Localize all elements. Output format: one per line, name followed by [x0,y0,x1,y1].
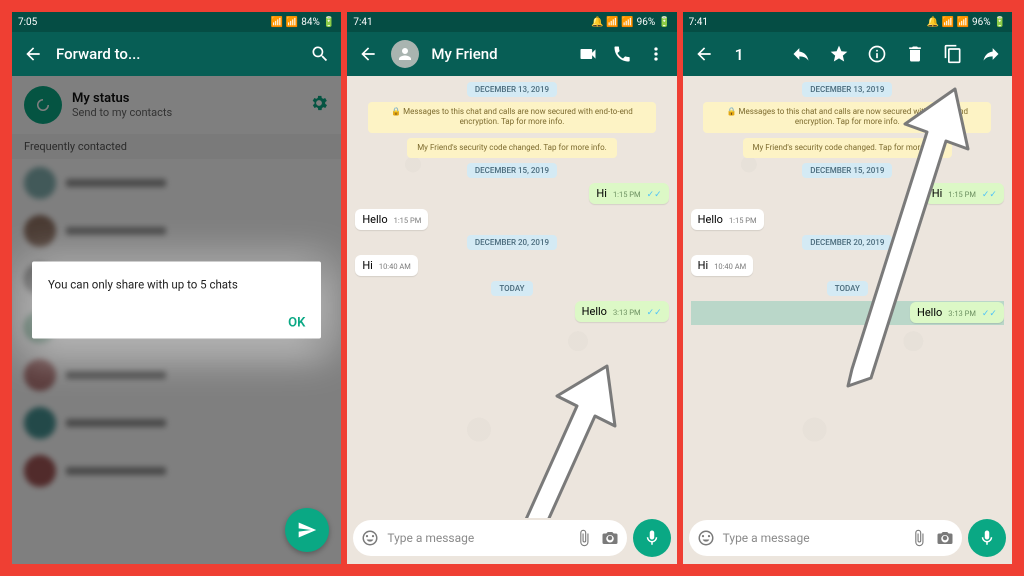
battery-icon: 🔋 [323,17,335,28]
status-icons: 🔔 📶 📶 [927,17,969,28]
delete-icon[interactable] [904,43,926,65]
forward-icon[interactable] [980,43,1002,65]
read-ticks-icon: ✓✓ [982,309,997,319]
message-text: Hi [932,187,943,200]
back-icon[interactable] [693,43,715,65]
app-bar: My Friend [347,32,676,76]
message-outgoing[interactable]: Hi 1:15 PM ✓✓ [925,183,1004,204]
message-text: Hi [596,187,607,200]
attach-icon[interactable] [910,529,928,547]
encryption-banner[interactable]: 🔒 Messages to this chat and calls are no… [703,102,991,133]
app-bar: Forward to... [12,32,341,76]
dialog-message: You can only share with up to 5 chats [48,278,305,292]
reply-icon[interactable] [790,43,812,65]
status-time: 7:41 [353,17,372,28]
alert-dialog: You can only share with up to 5 chats OK [32,262,321,339]
date-chip: DECEMBER 15, 2019 [802,163,892,178]
back-icon[interactable] [357,43,379,65]
selection-action-bar: 1 [683,32,1012,76]
battery-pct: 96% [637,17,656,28]
battery-pct: 84% [301,17,320,28]
message-outgoing[interactable]: Hi 1:15 PM ✓✓ [589,183,668,204]
battery-icon: 🔋 [994,17,1006,28]
message-outgoing[interactable]: Hello 3:13 PM ✓✓ [575,301,669,322]
message-text: Hello [698,213,723,226]
screen-chat: 7:41 🔔 📶 📶 96% 🔋 My Friend DECEMBER 13, … [347,12,676,564]
date-chip: DECEMBER 20, 2019 [802,235,892,250]
battery-icon: 🔋 [658,17,670,28]
input-placeholder: Type a message [723,531,902,545]
status-icons: 📶 📶 [271,17,298,28]
status-bar: 7:05 📶 📶 84% 🔋 [12,12,341,32]
battery-pct: 96% [972,17,991,28]
message-time: 1:15 PM [613,190,641,199]
chat-body: DECEMBER 13, 2019 🔒 Messages to this cha… [347,76,676,518]
message-time: 1:15 PM [948,190,976,199]
security-code-banner[interactable]: My Friend's security code changed. Tap f… [407,138,617,158]
emoji-icon[interactable] [697,529,715,547]
mic-button[interactable] [633,519,671,557]
input-placeholder: Type a message [387,531,566,545]
date-chip: TODAY [827,281,868,296]
read-ticks-icon: ✓✓ [647,308,662,318]
read-ticks-icon: ✓✓ [982,190,997,200]
copy-icon[interactable] [942,43,964,65]
date-chip: DECEMBER 13, 2019 [802,82,892,97]
status-bar: 7:41 🔔 📶 📶 96% 🔋 [683,12,1012,32]
attach-icon[interactable] [575,529,593,547]
message-incoming[interactable]: Hello 1:15 PM [691,209,764,230]
camera-icon[interactable] [936,529,954,547]
message-time: 1:15 PM [729,216,757,225]
message-text: Hello [582,305,607,318]
message-input[interactable]: Type a message [689,520,962,556]
annotation-arrow [457,356,637,518]
screen-chat-selection: 7:41 🔔 📶 📶 96% 🔋 1 DECEM [683,12,1012,564]
message-text: Hello [362,213,387,226]
page-title: Forward to... [56,45,297,63]
message-time: 10:40 AM [379,262,411,271]
message-time: 3:13 PM [613,308,641,317]
screen-forward: 7:05 📶 📶 84% 🔋 Forward to... My status S… [12,12,341,564]
chat-body: DECEMBER 13, 2019 🔒 Messages to this cha… [683,76,1012,518]
camera-icon[interactable] [601,529,619,547]
message-incoming[interactable]: Hello 1:15 PM [355,209,428,230]
send-fab[interactable] [285,508,329,552]
status-time: 7:05 [18,17,37,28]
menu-icon[interactable] [645,43,667,65]
search-icon[interactable] [309,43,331,65]
avatar[interactable] [391,40,419,68]
encryption-banner[interactable]: 🔒 Messages to this chat and calls are no… [368,102,656,133]
mic-button[interactable] [968,519,1006,557]
message-incoming[interactable]: Hi 10:40 AM [355,255,418,276]
contact-name[interactable]: My Friend [431,45,564,63]
selection-count: 1 [735,45,744,64]
star-icon[interactable] [828,43,850,65]
date-chip: DECEMBER 15, 2019 [467,163,557,178]
security-code-banner[interactable]: My Friend's security code changed. Tap f… [743,138,953,158]
message-input[interactable]: Type a message [353,520,626,556]
video-call-icon[interactable] [577,43,599,65]
status-time: 7:41 [689,17,708,28]
message-outgoing-selected[interactable]: Hello 3:13 PM ✓✓ [910,302,1004,323]
input-bar: Type a message [347,518,676,564]
message-time: 3:13 PM [948,309,976,318]
status-bar: 7:41 🔔 📶 📶 96% 🔋 [347,12,676,32]
date-chip: DECEMBER 13, 2019 [467,82,557,97]
message-text: Hi [362,259,373,272]
message-text: Hi [698,259,709,272]
input-bar: Type a message [683,518,1012,564]
message-time: 10:40 AM [714,262,746,271]
back-icon[interactable] [22,43,44,65]
date-chip: DECEMBER 20, 2019 [467,235,557,250]
message-text: Hello [917,306,942,319]
status-icons: 🔔 📶 📶 [591,17,633,28]
date-chip: TODAY [491,281,532,296]
message-incoming[interactable]: Hi 10:40 AM [691,255,754,276]
read-ticks-icon: ✓✓ [647,190,662,200]
ok-button[interactable]: OK [288,316,305,331]
emoji-icon[interactable] [361,529,379,547]
voice-call-icon[interactable] [611,43,633,65]
info-icon[interactable] [866,43,888,65]
message-time: 1:15 PM [394,216,422,225]
